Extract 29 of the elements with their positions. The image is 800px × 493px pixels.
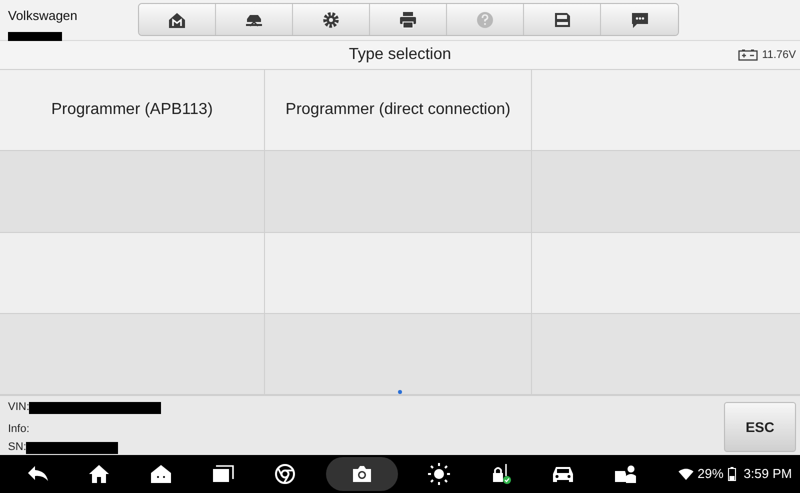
battery-icon xyxy=(738,49,758,61)
battery-icon xyxy=(728,467,736,481)
settings-button[interactable] xyxy=(293,4,370,35)
page-title: Type selection xyxy=(348,46,452,63)
page-indicator-dot xyxy=(398,390,402,394)
brightness-icon xyxy=(427,462,451,486)
voltage-reading: 11.76V xyxy=(762,48,796,63)
printer-button[interactable] xyxy=(370,4,447,35)
garage-icon xyxy=(149,462,173,486)
type-option[interactable]: Programmer (direct connection) xyxy=(265,70,532,152)
sn-label: SN: xyxy=(8,440,26,455)
chat-button[interactable] xyxy=(601,4,678,35)
battery-percent: 29% xyxy=(698,465,724,484)
info-label: Info: xyxy=(8,422,30,435)
save-button[interactable] xyxy=(524,4,601,35)
clock-time: 3:59 PM xyxy=(744,465,792,484)
vehicle-name: Volkswagen xyxy=(8,8,78,24)
esc-button[interactable]: ESC xyxy=(724,402,796,452)
wifi-icon xyxy=(678,468,694,480)
home-icon xyxy=(87,462,111,486)
vin-label: VIN: xyxy=(8,400,30,415)
settings-icon xyxy=(321,10,341,30)
type-option[interactable]: Programmer (APB113) xyxy=(0,70,265,152)
camera-button[interactable] xyxy=(326,457,398,491)
help-icon xyxy=(475,10,495,30)
car-lift-button[interactable] xyxy=(216,4,293,35)
home-button[interactable] xyxy=(139,4,216,35)
printer-icon xyxy=(398,10,418,30)
browser-icon xyxy=(273,462,297,486)
